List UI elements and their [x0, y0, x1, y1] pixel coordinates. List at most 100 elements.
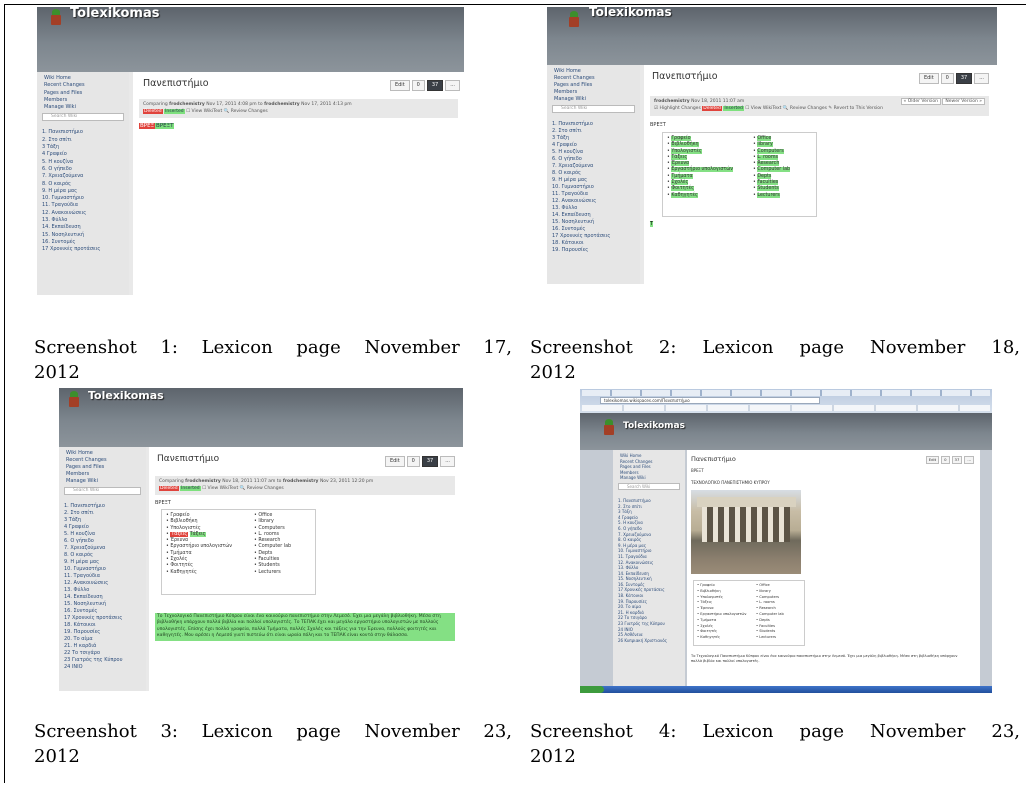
page-title: Πανεπιστήμιο — [691, 455, 736, 463]
sidebar-nav[interactable]: Wiki Home Recent Changes Pages and Files Me… — [59, 447, 146, 485]
page-link[interactable]: 14. Εκπαίδευση — [42, 224, 129, 231]
review-changes-link[interactable]: Review Changes — [247, 486, 284, 491]
comments-button[interactable]: 0 — [941, 456, 950, 464]
caption-3: Screenshot 3: Lexicon page November 23, … — [34, 721, 512, 767]
page-list: 1. Πανεπιστήμιο 2. Στο σπίτι 3 Τάξη 4 Γραφε… — [618, 497, 667, 643]
section-heading: ΒΡΕΞΤ — [650, 122, 666, 128]
view-wikitext-link[interactable]: View WikiText — [192, 109, 223, 114]
logo-icon — [569, 11, 579, 27]
caption-4: Screenshot 4: Lexicon page November 23, … — [530, 721, 1020, 767]
view-wikitext-link[interactable]: View WikiText — [751, 106, 782, 111]
page-toolbar: Edit 0 37 ... — [384, 456, 455, 467]
nav-recent-changes[interactable]: Recent Changes — [44, 82, 129, 89]
sidebar-nav[interactable]: Wiki Home Recent Changes Pages and Files… — [37, 72, 129, 111]
more-button[interactable]: ... — [974, 73, 989, 84]
diff-text: ΒΡΕΞ ΒΡΕΞΤ — [139, 123, 175, 129]
revert-link[interactable]: Revert to This Version — [834, 106, 883, 111]
sidebar: Wiki Home Recent Changes Pages and Files Me… — [59, 447, 146, 691]
logo-icon — [69, 391, 79, 407]
page-title: Πανεπιστήμιο — [157, 454, 220, 464]
screenshot-4: tolexikomas.wikispaces.com/Πανεπιστήμιο … — [580, 389, 992, 693]
older-version-button[interactable]: « Older Version — [900, 98, 941, 105]
review-changes-link[interactable]: Review Changes — [231, 109, 268, 114]
view-wikitext-link[interactable]: View WikiText — [208, 486, 239, 491]
edit-button[interactable]: Edit — [384, 456, 405, 467]
start-button[interactable] — [580, 686, 604, 693]
page-content: Πανεπιστήμιο Edit 0 37 ... ΒΡΕΞΤ ΤΕΧΝΟΛΟ… — [687, 450, 980, 686]
page-link[interactable]: 17 Χρονικές προτάσεις — [42, 246, 129, 253]
deleted-badge: Deleted — [143, 109, 163, 114]
nav-pages-files[interactable]: Pages and Files — [44, 90, 129, 97]
section-heading: ΒΡΕΞΤ — [691, 468, 704, 473]
version-button[interactable]: 37 — [955, 73, 973, 84]
logo-icon — [51, 9, 61, 25]
sidebar-nav[interactable]: Wiki Home Recent Changes Pages and Files Me… — [547, 65, 640, 103]
compare-bar: Comparing frodchemistry Nov 18, 2011 11:… — [155, 476, 455, 495]
vocab-table: ΓραφείοΒιβλιοθήκηΥπολογιστέςΤάξειςΈρευνα… — [693, 580, 805, 646]
newer-version-button[interactable]: Newer Version » — [942, 98, 985, 105]
edit-button[interactable]: Edit — [389, 80, 410, 91]
section-heading: ΒΡΕΞΤ — [155, 500, 171, 506]
page-title: Πανεπιστήμιο — [652, 71, 718, 82]
windows-taskbar — [580, 686, 992, 693]
search-input[interactable]: Search Wiki — [64, 487, 141, 495]
page-list: 1. Πανεπιστήμιο 2. Στο σπίτι 3 Τάξη 4 Γραφε… — [64, 503, 123, 670]
more-button[interactable]: ... — [964, 456, 974, 464]
inserted-paragraph: Το Τεχνολογικό Πανεπιστήμιο Κύπρου είναι… — [155, 613, 455, 641]
more-button[interactable]: ... — [440, 456, 455, 467]
more-button[interactable]: ... — [445, 80, 460, 91]
screenshot-1: Tolexikomas Wiki Home Recent Changes Pag… — [37, 7, 464, 295]
vocab-table: ΓραφείοΒιβλιοθήκηΥπολογιστέςΤάξειςΈρευνα… — [662, 132, 817, 217]
review-changes-link[interactable]: Review Changes — [790, 106, 827, 111]
page-list: 1. Πανεπιστήμιο 2. Στο σπίτι 3 Τάξη 4 Γραφε… — [552, 121, 611, 253]
page-toolbar: Edit 0 37 ... — [389, 80, 460, 91]
page-toolbar: Edit 0 37 ... — [925, 456, 974, 464]
university-photo — [691, 490, 801, 574]
wiki-banner: Tolexikomas — [37, 7, 464, 72]
page-link[interactable]: 2. Στο σπίτι — [42, 137, 129, 144]
sidebar-nav[interactable]: Wiki Home Recent Changes Pages and Files Me… — [613, 450, 685, 481]
page-link[interactable]: 11. Τραγούδια — [42, 202, 129, 209]
screenshot-2: Tolexikomas Wiki Home Recent Changes Pages… — [547, 7, 997, 284]
screenshot-3: Tolexikomas Wiki Home Recent Changes Pages… — [59, 388, 463, 691]
body-paragraph: Το Τεχνολογικό Πανεπιστήμιο Κύπρου είναι… — [691, 654, 958, 663]
address-bar[interactable]: tolexikomas.wikispaces.com/Πανεπιστήμιο — [600, 397, 820, 404]
edit-button[interactable]: Edit — [918, 73, 939, 84]
search-input[interactable]: Search Wiki — [552, 105, 635, 113]
page-content: Πανεπιστήμιο Edit 0 37 ... Comparing fro… — [133, 72, 464, 295]
logo-icon — [604, 419, 614, 435]
page-link[interactable]: 4 Γραφείο — [42, 151, 129, 158]
version-button[interactable]: 37 — [421, 456, 439, 467]
nav-manage-wiki[interactable]: Manage Wiki — [44, 104, 129, 111]
version-bar: frodchemistry Nov 18, 2011 11:07 am « Ol… — [650, 96, 989, 116]
comments-button[interactable]: 0 — [940, 73, 954, 84]
search-input[interactable]: Search Wiki — [618, 482, 680, 490]
page-link[interactable]: 1. Πανεπιστήμιο — [42, 129, 129, 136]
inserted-trailer: T — [650, 221, 654, 227]
wiki-name: Tolexikomas — [88, 389, 164, 402]
page-link[interactable]: 8. Ο καιρός — [42, 181, 129, 188]
page-link[interactable]: 15. Νοσηλευτική — [42, 232, 129, 239]
wiki-banner: Tolexikomas — [580, 413, 992, 450]
compare-bar: Comparing frodchemistry Nov 17, 2011 4:0… — [139, 99, 458, 118]
nav-wiki-home[interactable]: Wiki Home — [44, 75, 129, 82]
page-title: Πανεπιστήμιο — [143, 78, 209, 89]
version-button[interactable]: 37 — [426, 80, 444, 91]
wiki-name: Tolexikomas — [70, 7, 160, 21]
page-list: 1. Πανεπιστήμιο 2. Στο σπίτι 3 Τάξη 4 Γρ… — [37, 123, 129, 253]
nav-members[interactable]: Members — [44, 97, 129, 104]
comments-button[interactable]: 0 — [411, 80, 425, 91]
wiki-banner: Tolexikomas — [547, 7, 997, 65]
version-button[interactable]: 37 — [951, 456, 963, 464]
sidebar: Wiki Home Recent Changes Pages and Files Me… — [613, 450, 685, 686]
sidebar: Wiki Home Recent Changes Pages and Files… — [37, 72, 129, 295]
inserted-badge: Inserted — [164, 109, 185, 114]
search-input[interactable]: Search Wiki — [42, 113, 124, 122]
page-link[interactable]: 12. Ανακοινώσεις — [42, 210, 129, 217]
caption-1: Screenshot 1: Lexicon page November 17, … — [34, 337, 512, 383]
comments-button[interactable]: 0 — [406, 456, 420, 467]
sidebar: Wiki Home Recent Changes Pages and Files Me… — [547, 65, 640, 284]
edit-button[interactable]: Edit — [925, 456, 940, 464]
page-link[interactable]: 5. Η κουζίνα — [42, 159, 129, 166]
page-link[interactable]: 7. Χρειαζούμενα — [42, 173, 129, 180]
